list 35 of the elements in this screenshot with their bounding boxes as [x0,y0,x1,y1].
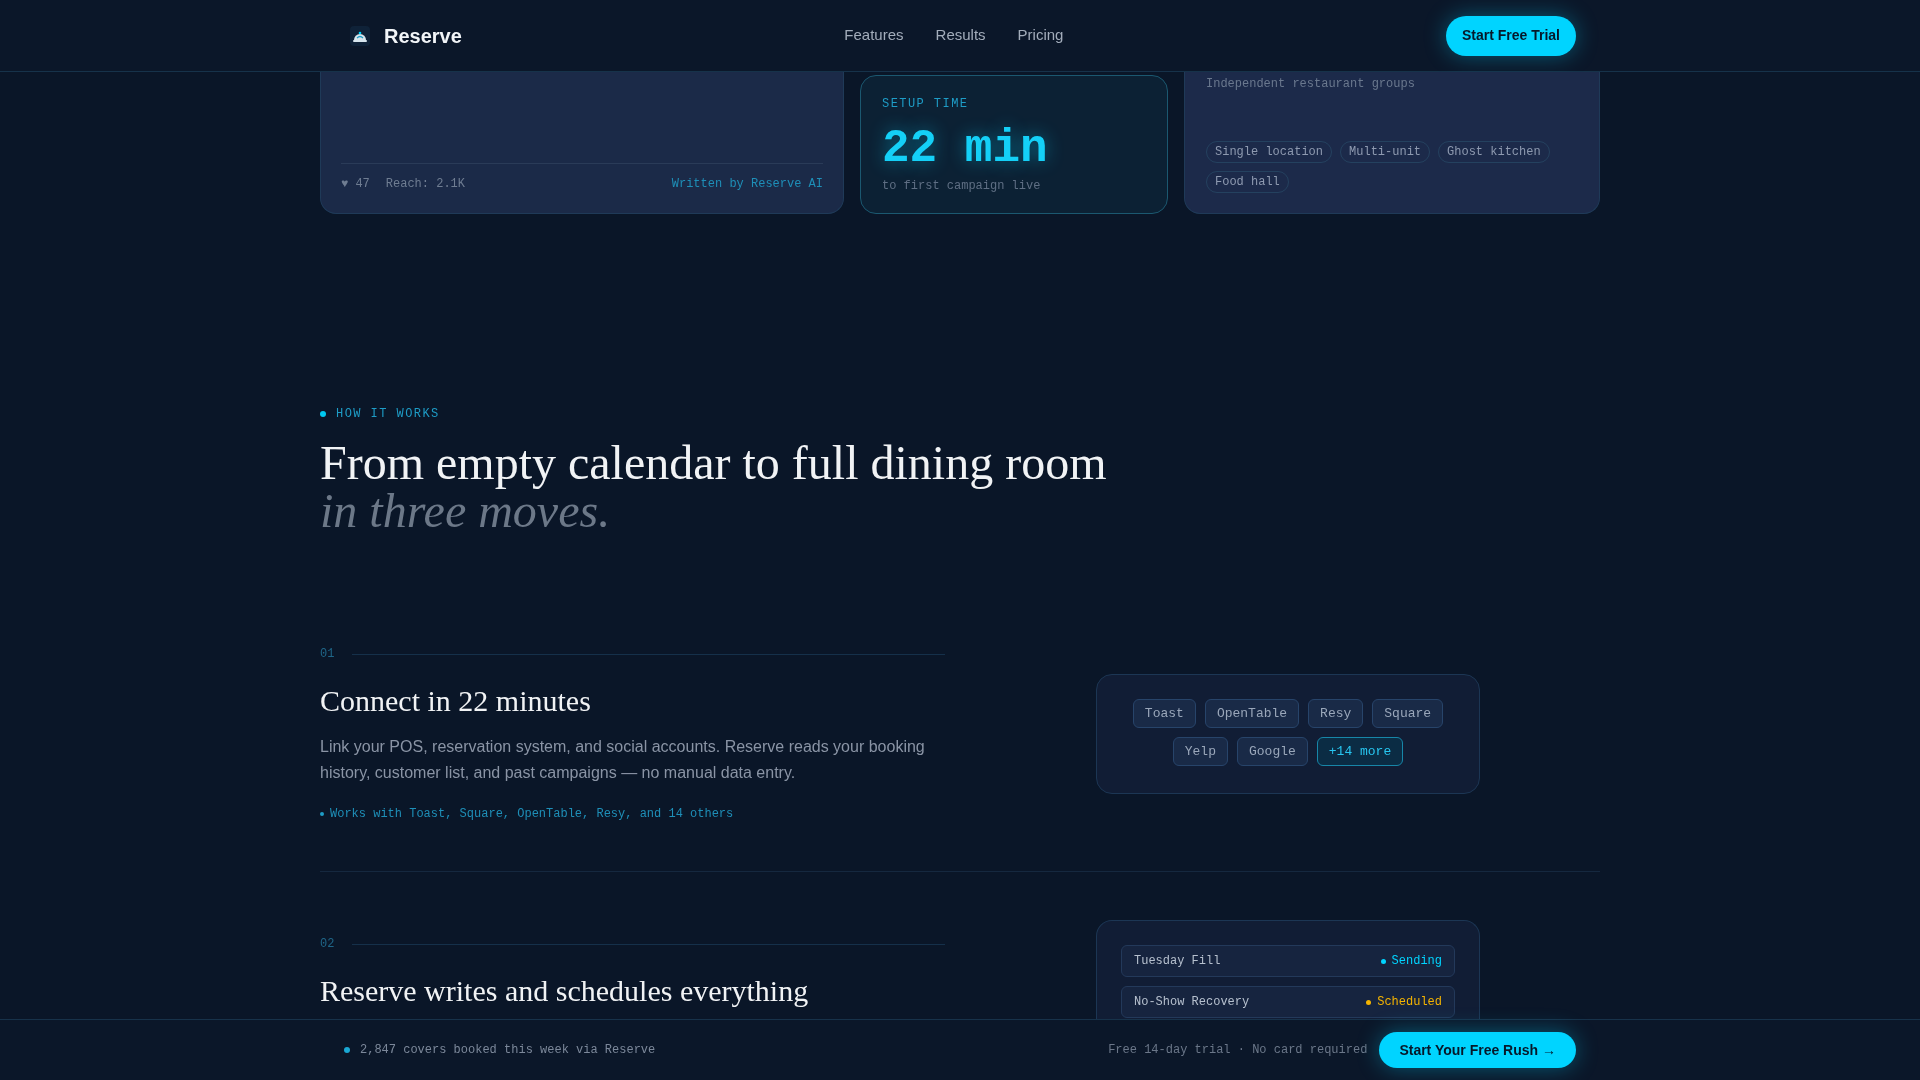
cloche-logo-icon [350,25,370,46]
start-free-rush-button[interactable]: Start Your Free Rush → [1379,1032,1576,1068]
step-number: 02 [320,936,335,952]
segments-caption: Independent restaurant groups [1206,76,1416,92]
stat-label: SETUP TIME [882,96,970,112]
nav-link[interactable]: Pricing [1017,24,1064,47]
like-count: ♥ 47 [341,176,370,192]
integration-tag: Resy [1308,699,1364,728]
brand-name: Reserve [384,23,462,49]
integration-tag: Yelp [1172,737,1228,766]
campaign-status: Scheduled [1377,994,1442,1011]
nav-link[interactable]: Features [844,24,904,47]
integration-tag: Toast [1132,699,1196,728]
step-number: 01 [320,646,335,662]
campaign-status: Sending [1391,953,1442,970]
reach-count: Reach: 2.1K [385,176,466,192]
section-heading: From empty calendar to full dining room in three moves. [320,439,1108,535]
bookings-stat: 2,847 covers booked this week via Reserve [360,1042,656,1059]
step-description: Link your POS, reservation system, and social accounts. Reserve reads your booking history, customer list, and past campaigns — no manual data entry. [320,737,926,783]
campaign-name: Tuesday Fill [1134,953,1221,970]
nav-link[interactable]: Results [935,24,986,47]
campaign-name: No-Show Recovery [1134,994,1250,1011]
step-title: Reserve writes and schedules everything [320,973,810,1009]
step-title: Connect in 22 minutes [320,683,592,719]
section-eyebrow: HOW IT WORKS [336,406,440,422]
step-note: Works with Toast, Square, OpenTable, Resy, and 14 others [330,806,734,822]
integration-tag: +14 more [1316,737,1404,766]
integration-tag: OpenTable [1204,699,1300,728]
integration-tag: Square [1372,699,1444,728]
trial-note: Free 14-day trial · No card required [1108,1042,1368,1059]
author-credit: Written by Reserve AI [671,176,823,192]
stat-caption: to first campaign live [882,178,1042,194]
stat-value: 22 min [882,126,1049,172]
start-trial-button[interactable]: Start Free Trial [1445,15,1576,56]
integration-tag: Google [1237,737,1308,766]
